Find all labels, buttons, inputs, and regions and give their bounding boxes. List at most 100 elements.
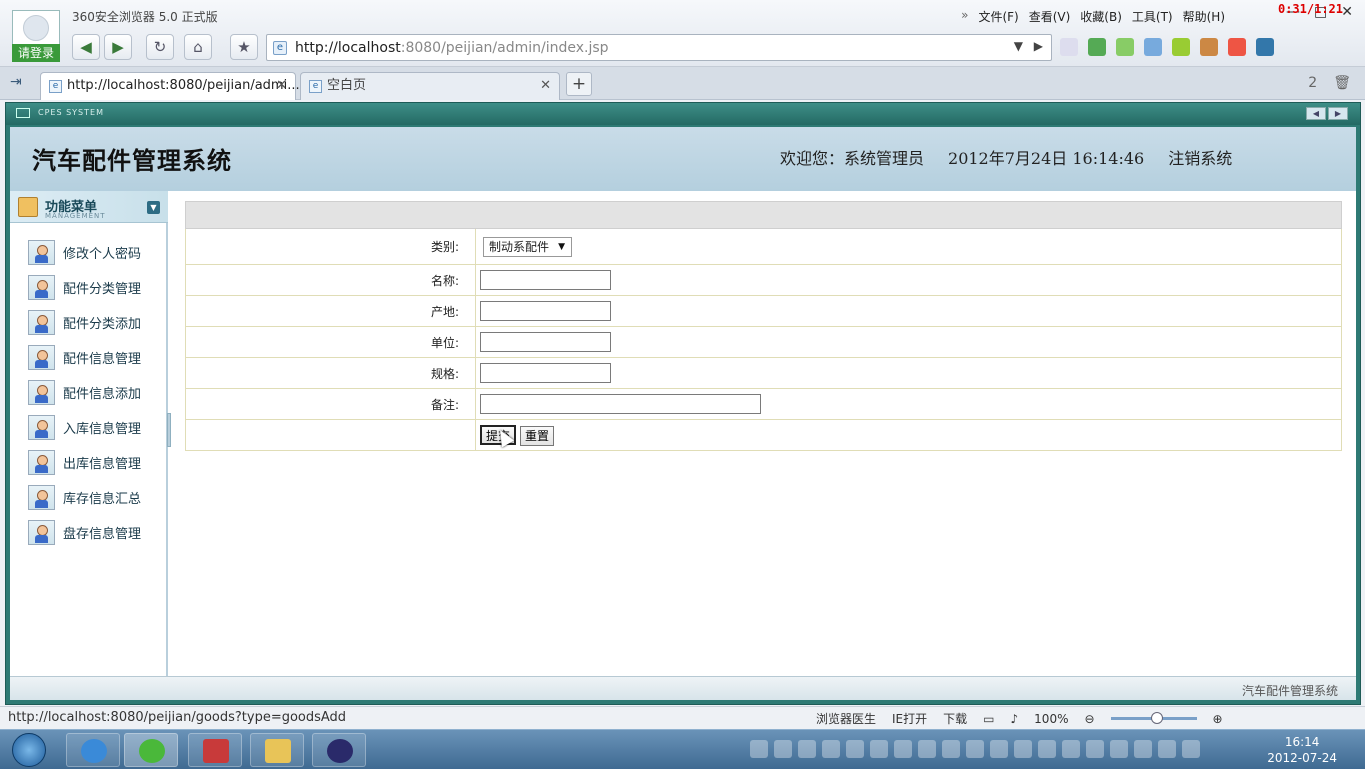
taskbar-explorer[interactable]: [250, 733, 304, 767]
prev-icon[interactable]: ◀: [1306, 107, 1326, 120]
clock-date: 2012-07-24: [1267, 751, 1337, 765]
sidebar-item-category-manage[interactable]: 配件分类管理: [28, 270, 141, 305]
next-icon[interactable]: ▶: [1328, 107, 1348, 120]
category-select[interactable]: 制动系配件 ▼: [483, 236, 573, 257]
ie-open-button[interactable]: IE打开: [892, 710, 927, 727]
taskbar-360-browser[interactable]: [124, 733, 178, 767]
tray-qq-icon[interactable]: [846, 740, 864, 758]
tray-app-icon[interactable]: [1110, 740, 1128, 758]
menu-tools[interactable]: 工具(T): [1132, 8, 1173, 25]
user-icon: [28, 520, 55, 545]
sidebar-item-parts-manage[interactable]: 配件信息管理: [28, 340, 141, 375]
sidebar-item-inventory-summary[interactable]: 库存信息汇总: [28, 480, 141, 515]
tray-qq-icon[interactable]: [894, 740, 912, 758]
spec-label: 规格:: [185, 357, 476, 389]
apps-icon[interactable]: [1228, 38, 1246, 56]
collapse-icon[interactable]: ▼: [147, 201, 160, 214]
home-button[interactable]: ⌂: [184, 34, 212, 60]
sidebar-item-change-password[interactable]: 修改个人密码: [28, 235, 141, 270]
spec-input[interactable]: [480, 363, 611, 383]
origin-input[interactable]: [480, 301, 611, 321]
login-button[interactable]: 请登录: [12, 44, 60, 62]
tray-app-icon[interactable]: [942, 740, 960, 758]
smile-icon[interactable]: [1172, 38, 1190, 56]
menu-view[interactable]: 查看(V): [1029, 8, 1071, 25]
menu-favorites[interactable]: 收藏(B): [1080, 8, 1122, 25]
menu-chevron[interactable]: »: [961, 8, 968, 25]
start-button[interactable]: [12, 733, 46, 767]
tray-keyboard-icon[interactable]: [750, 740, 768, 758]
recording-timer: 0:31/1:21: [1277, 2, 1343, 16]
screen-icon[interactable]: [1144, 38, 1162, 56]
tray-qq-icon[interactable]: [870, 740, 888, 758]
reset-button[interactable]: 重置: [520, 425, 555, 446]
zoom-out-icon[interactable]: ⊖: [1084, 712, 1094, 726]
sidebar-toggle-icon[interactable]: ⇥: [10, 74, 22, 90]
tray-app-icon[interactable]: [990, 740, 1008, 758]
tray-flag-icon[interactable]: [1134, 740, 1152, 758]
sidebar-splitter[interactable]: [167, 413, 171, 447]
sidebar-item-stock-in[interactable]: 入库信息管理: [28, 410, 141, 445]
name-input[interactable]: [480, 270, 611, 290]
cube-icon[interactable]: [1088, 38, 1106, 56]
tray-app-icon[interactable]: [966, 740, 984, 758]
content-area: 功能菜单 MANAGEMENT ▼ 修改个人密码 配件分类管理 配件分类添加 配…: [10, 191, 1356, 676]
taskbar-toolbox[interactable]: [188, 733, 242, 767]
user-icon: [28, 380, 55, 405]
tray-network-icon[interactable]: [1158, 740, 1176, 758]
login-area[interactable]: 请登录: [12, 10, 60, 62]
tray-shield-icon[interactable]: [1038, 740, 1056, 758]
back-button[interactable]: ◀: [72, 34, 100, 60]
taskbar-ie[interactable]: [66, 733, 120, 767]
logout-link[interactable]: 注销系统: [1168, 145, 1232, 169]
menu-subtitle: MANAGEMENT: [45, 212, 106, 220]
sidebar-item-label: 出库信息管理: [63, 457, 142, 472]
taskbar-eclipse[interactable]: [312, 733, 366, 767]
browser-doctor-button[interactable]: 浏览器医生: [816, 710, 876, 727]
unit-input[interactable]: [480, 332, 611, 352]
new-tab-button[interactable]: +: [566, 72, 592, 96]
menu-file[interactable]: 文件(F): [978, 8, 1018, 25]
menu-help[interactable]: 帮助(H): [1183, 8, 1225, 25]
forward-button[interactable]: ▶: [104, 34, 132, 60]
tray-app-icon[interactable]: [918, 740, 936, 758]
favorite-button[interactable]: ★: [230, 34, 258, 60]
tray-app-icon[interactable]: [798, 740, 816, 758]
refresh-button[interactable]: ↻: [146, 34, 174, 60]
close-icon[interactable]: ✕: [276, 73, 287, 99]
wrench-icon[interactable]: [1200, 38, 1218, 56]
tray-app-icon[interactable]: [1062, 740, 1080, 758]
tab-blank[interactable]: e 空白页 ✕: [300, 72, 560, 100]
translate-icon[interactable]: [1116, 38, 1134, 56]
address-text[interactable]: http://localhost:8080/peijian/admin/inde…: [295, 40, 609, 56]
shield-icon[interactable]: [1060, 38, 1078, 56]
close-icon[interactable]: ✕: [1341, 4, 1353, 20]
tab-admin[interactable]: e http://localhost:8080/peijian/admi... …: [40, 72, 300, 100]
sidebar-item-parts-add[interactable]: 配件信息添加: [28, 375, 141, 410]
taskbar-clock[interactable]: 16:14 2012-07-24: [1267, 734, 1337, 766]
zoom-in-icon[interactable]: ⊕: [1213, 712, 1223, 726]
sidebar-item-category-add[interactable]: 配件分类添加: [28, 305, 141, 340]
chevron-down-icon[interactable]: ▼: [1014, 39, 1023, 53]
tray-volume-icon[interactable]: [1182, 740, 1200, 758]
window-icon[interactable]: ▭: [983, 712, 994, 726]
tray-shield-icon[interactable]: [1014, 740, 1032, 758]
speaker-icon[interactable]: ♪: [1011, 712, 1019, 726]
zoom-level[interactable]: 100%: [1034, 712, 1068, 726]
media-icon[interactable]: [1256, 38, 1274, 56]
restore-tabs-icon[interactable]: 2: [1308, 75, 1317, 91]
tray-app-icon[interactable]: [1086, 740, 1104, 758]
trash-icon[interactable]: 🗑: [1333, 75, 1351, 91]
zoom-slider-handle[interactable]: [1150, 712, 1163, 724]
zoom-slider[interactable]: [1110, 712, 1197, 724]
close-icon[interactable]: ✕: [540, 73, 551, 99]
remark-input[interactable]: [480, 394, 761, 414]
tray-qq-icon[interactable]: [822, 740, 840, 758]
sidebar-item-stocktake[interactable]: 盘存信息管理: [28, 515, 141, 550]
browser-360-icon: [139, 739, 165, 763]
sidebar-item-stock-out[interactable]: 出库信息管理: [28, 445, 141, 480]
tray-app-icon[interactable]: [774, 740, 792, 758]
address-bar[interactable]: e http://localhost:8080/peijian/admin/in…: [266, 34, 1052, 61]
go-icon[interactable]: ▶: [1034, 39, 1043, 53]
download-button[interactable]: 下载: [943, 710, 967, 727]
